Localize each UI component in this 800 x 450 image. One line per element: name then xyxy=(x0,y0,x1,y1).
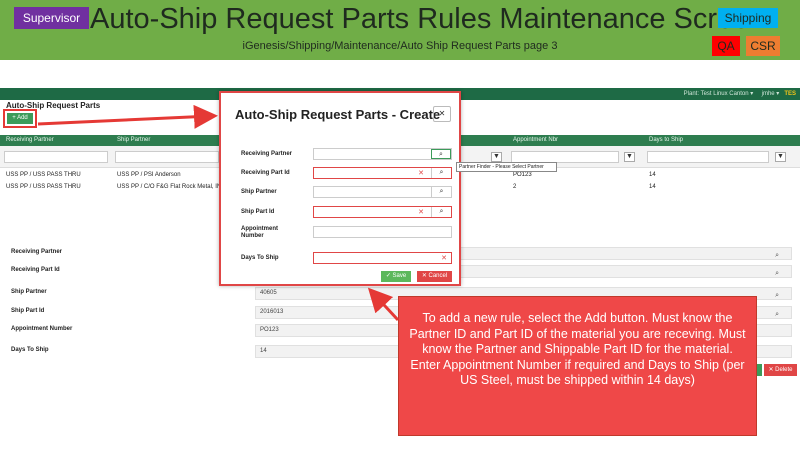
slide-title: Auto-Ship Request Parts Rules Maintenanc… xyxy=(90,3,766,35)
cell-days: 14 xyxy=(649,172,656,178)
binoculars-icon[interactable]: ⌕ xyxy=(431,207,451,217)
dialog-label-days-to-ship: Days To Ship xyxy=(241,255,279,261)
filter-ship-partner[interactable] xyxy=(115,151,219,163)
filter-funnel-icon[interactable]: ▼ xyxy=(624,152,635,162)
binoculars-icon[interactable]: ⌕ xyxy=(775,250,779,261)
dialog-label-receiving-part-id: Receiving Part Id xyxy=(241,170,290,176)
filter-days[interactable] xyxy=(647,151,769,163)
detail-label: Receiving Part Id xyxy=(11,267,60,273)
dialog-label-ship-part-id: Ship Part Id xyxy=(241,209,275,215)
delete-button[interactable]: ✕ Delete xyxy=(764,364,797,376)
column-days-to-ship[interactable]: Days to Ship xyxy=(649,135,683,146)
receiving-part-id-input[interactable]: ✕ ⌕ xyxy=(313,167,452,179)
filter-receiving-partner[interactable] xyxy=(4,151,108,163)
close-button[interactable]: ✕ xyxy=(433,106,451,122)
create-dialog: Auto-Ship Request Parts - Create ✕ Recei… xyxy=(219,91,461,286)
instruction-callout: To add a new rule, select the Add button… xyxy=(398,296,757,436)
binoculars-icon[interactable]: ⌕ xyxy=(431,168,451,178)
user-menu[interactable]: jmhe ▾ xyxy=(762,91,780,97)
dialog-title: Auto-Ship Request Parts - Create xyxy=(235,107,441,122)
plant-selector[interactable]: Plant: Test Linux Canton ▾ xyxy=(684,91,754,97)
cell-ship-partner: USS PP / PSI Anderson xyxy=(117,172,181,178)
dialog-label-receiving-partner: Receiving Partner xyxy=(241,151,293,157)
receiving-partner-input[interactable]: ⌕ xyxy=(313,148,452,160)
cell-receiving-partner: USS PP / USS PASS THRU xyxy=(6,172,81,178)
partner-finder-tooltip: Partner Finder - Please Select Partner xyxy=(456,162,557,172)
detail-label: Ship Partner xyxy=(11,289,47,295)
detail-value: 40605 xyxy=(260,290,277,296)
cell-appointment: 2 xyxy=(513,184,517,190)
environment-label: TES xyxy=(784,91,796,97)
supervisor-badge: Supervisor xyxy=(14,7,89,29)
save-button[interactable]: ✓ Save xyxy=(381,271,411,282)
binoculars-icon[interactable]: ⌕ xyxy=(431,187,451,197)
column-ship-partner[interactable]: Ship Partner xyxy=(117,135,150,146)
detail-label: Ship Part Id xyxy=(11,308,45,314)
app-top-bar-info: Plant: Test Linux Canton ▾ jmhe ▾ TES xyxy=(684,88,796,100)
dialog-label-ship-partner: Ship Partner xyxy=(241,189,277,195)
column-appointment-nbr[interactable]: Appointment Nbr xyxy=(513,135,558,146)
appointment-number-input[interactable] xyxy=(313,226,452,238)
clear-icon[interactable]: ✕ xyxy=(418,208,424,217)
days-to-ship-input[interactable]: ✕ xyxy=(313,252,452,264)
binoculars-icon[interactable]: ⌕ xyxy=(431,149,451,159)
cell-days: 14 xyxy=(649,184,656,190)
add-button[interactable]: + Add xyxy=(7,113,33,124)
cell-ship-partner: USS PP / C/O F&G Flat Rock Metal, IN xyxy=(117,184,222,190)
detail-value: 14 xyxy=(260,348,267,354)
binoculars-icon[interactable]: ⌕ xyxy=(775,309,779,320)
cancel-button[interactable]: ✕ Cancel xyxy=(417,271,452,282)
detail-value: 2016013 xyxy=(260,309,284,315)
cell-receiving-partner: USS PP / USS PASS THRU xyxy=(6,184,81,190)
filter-funnel-icon[interactable]: ▼ xyxy=(491,152,502,162)
detail-value: PO123 xyxy=(260,327,279,333)
binoculars-icon[interactable]: ⌕ xyxy=(775,290,779,301)
shipping-tag: Shipping xyxy=(718,8,778,28)
column-receiving-partner[interactable]: Receiving Partner xyxy=(6,135,54,146)
arrow-to-dialog xyxy=(37,104,218,129)
csr-tag: CSR xyxy=(746,36,780,56)
binoculars-icon[interactable]: ⌕ xyxy=(775,268,779,279)
ship-partner-input[interactable]: ⌕ xyxy=(313,186,452,198)
slide-subtitle: iGenesis/Shipping/Maintenance/Auto Ship … xyxy=(242,40,558,52)
detail-label: Receiving Partner xyxy=(11,249,63,255)
detail-label: Days To Ship xyxy=(11,347,49,353)
clear-icon[interactable]: ✕ xyxy=(441,254,447,263)
detail-label: Appointment Number xyxy=(11,326,73,332)
filter-funnel-icon[interactable]: ▼ xyxy=(775,152,786,162)
ship-part-id-input[interactable]: ✕ ⌕ xyxy=(313,206,452,218)
slide-header: Supervisor Auto-Ship Request Parts Rules… xyxy=(0,0,800,60)
dialog-label-appointment-number: Appointment Number xyxy=(241,226,278,239)
qa-tag: QA xyxy=(712,36,740,56)
clear-icon[interactable]: ✕ xyxy=(418,169,424,178)
